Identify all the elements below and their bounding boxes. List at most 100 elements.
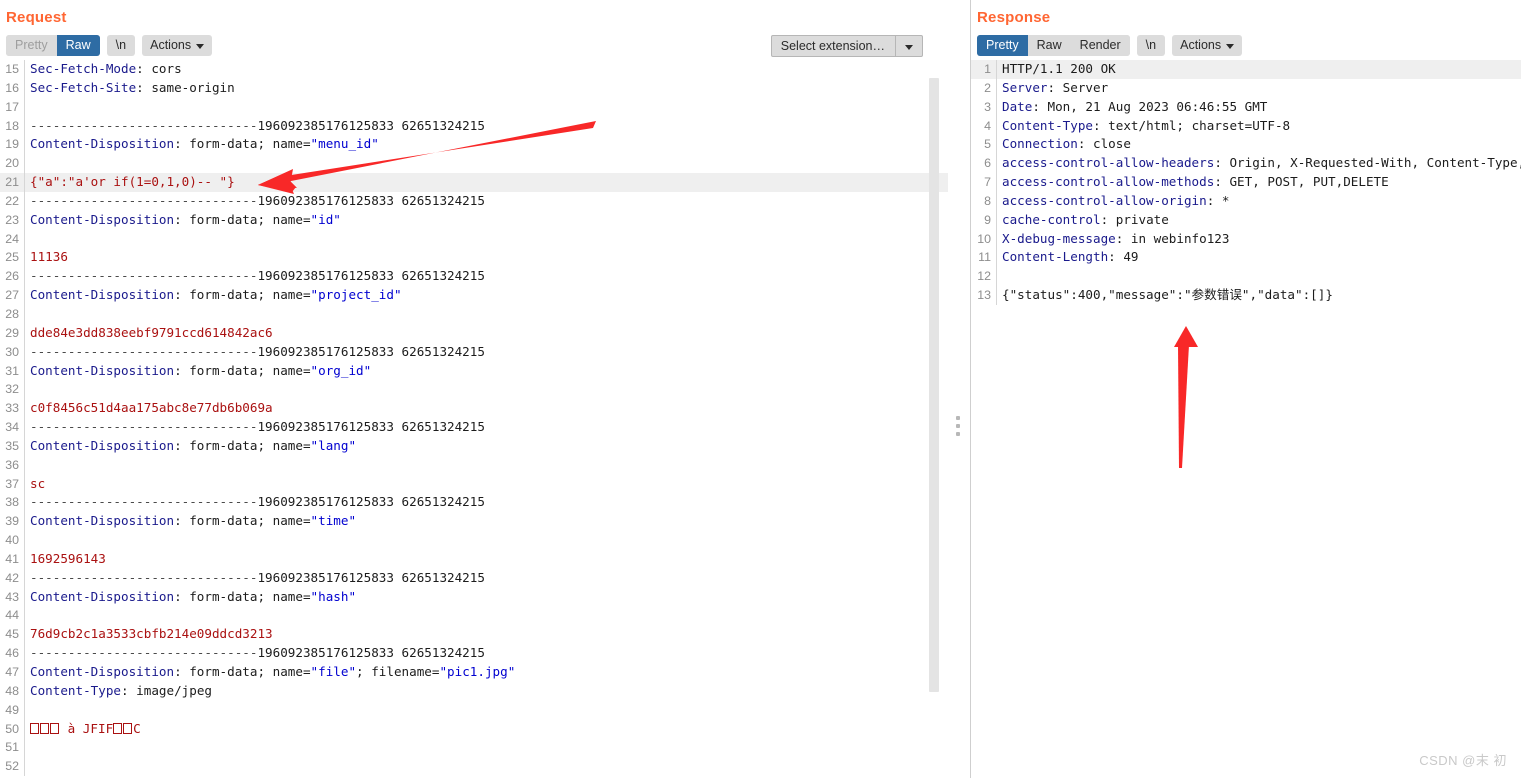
- tab-response-raw[interactable]: Raw: [1027, 35, 1071, 56]
- line-number: 31: [5, 363, 19, 378]
- splitter-grip-icon[interactable]: [956, 416, 961, 436]
- select-extension-label: Select extension…: [772, 36, 896, 56]
- line-number: 51: [5, 740, 19, 755]
- code-line-text: access-control-allow-origin: *: [1002, 192, 1230, 208]
- code-line: 6 access-control-allow-headers: Origin, X…: [971, 154, 1521, 174]
- code-line-text: X-debug-message: in webinfo123: [1002, 230, 1230, 246]
- code-line: 42 ------------------------------19609238…: [0, 568, 948, 588]
- response-code-area[interactable]: 1 HTTP/1.1 200 OK 2 Server: Server 3 Date: Mo…: [971, 59, 1521, 778]
- code-line: 34 ------------------------------19609238…: [0, 418, 948, 437]
- code-line: 26 ------------------------------19609238…: [0, 267, 948, 287]
- response-code-lines: 1 HTTP/1.1 200 OK 2 Server: Server 3 Date: Mo…: [971, 60, 1521, 305]
- code-line-text: Content-Disposition: form-data; name="la…: [30, 437, 357, 453]
- code-line: 4 Content-Type: text/html; charset=UTF-8: [971, 116, 1521, 136]
- request-panel-title: Request: [6, 9, 67, 26]
- tab-request-raw[interactable]: Raw: [56, 35, 100, 56]
- code-line-text: Content-Length: 49: [1002, 249, 1139, 265]
- panel-splitter[interactable]: [948, 0, 970, 778]
- code-line-text: ------------------------------1960923851…: [30, 192, 485, 208]
- line-number: 43: [5, 589, 19, 604]
- line-number: 27: [5, 288, 19, 303]
- request-view-tabs: Pretty Raw: [6, 35, 100, 56]
- line-number: 7: [984, 175, 991, 190]
- response-view-tabs: Pretty Raw Render: [977, 35, 1130, 56]
- code-line-text: Content-Disposition: form-data; name="ti…: [30, 513, 357, 529]
- code-line-text: {"a":"a'or if(1=0,1,0)-- "}: [30, 174, 235, 190]
- code-line: 17: [0, 97, 948, 117]
- code-line: 21 {"a":"a'or if(1=0,1,0)-- "}: [0, 173, 948, 192]
- code-line-text: HTTP/1.1 200 OK: [1002, 61, 1116, 76]
- line-number: 24: [5, 231, 19, 246]
- line-number: 22: [5, 193, 19, 208]
- code-line: 40: [0, 531, 948, 550]
- scrollbar-thumb[interactable]: [929, 78, 939, 692]
- line-number: 29: [5, 325, 19, 340]
- code-line: 13 {"status":400,"message":"参数错误","data":…: [971, 286, 1521, 305]
- line-number: 30: [5, 344, 19, 359]
- tab-request-pretty[interactable]: Pretty: [6, 35, 57, 56]
- code-line: 30 ------------------------------19609238…: [0, 342, 948, 362]
- code-line-text: cache-control: private: [1002, 211, 1169, 227]
- code-line: 15 Sec-Fetch-Mode: cors: [0, 60, 948, 79]
- code-line-text: Date: Mon, 21 Aug 2023 06:46:55 GMT: [1002, 98, 1268, 114]
- code-line: 19 Content-Disposition: form-data; name="…: [0, 135, 948, 155]
- code-line: 23 Content-Disposition: form-data; name="…: [0, 210, 948, 230]
- line-number: 45: [5, 627, 19, 642]
- code-line: 33 c0f8456c51d4aa175abc8e77db6b069a: [0, 399, 948, 419]
- line-number: 16: [5, 80, 19, 95]
- gutter-separator: [24, 531, 25, 550]
- response-actions-button[interactable]: Actions: [1172, 35, 1243, 56]
- line-number: 21: [5, 175, 19, 190]
- request-actions-button[interactable]: Actions: [142, 35, 213, 56]
- code-line-text: Content-Disposition: form-data; name="or…: [30, 362, 372, 378]
- code-line: 29 dde84e3dd838eebf9791ccd614842ac6: [0, 323, 948, 343]
- tab-response-pretty[interactable]: Pretty: [977, 35, 1028, 56]
- select-extension-dropdown[interactable]: Select extension…: [770, 35, 923, 57]
- code-line-text: ------------------------------1960923851…: [30, 645, 485, 661]
- code-line-text: access-control-allow-methods: GET, POST,…: [1002, 174, 1389, 190]
- unrenderable-glyph-icon: [50, 722, 59, 734]
- code-line: 49: [0, 700, 948, 720]
- code-line-text: Connection: close: [1002, 136, 1131, 152]
- code-line-text: access-control-allow-headers: Origin, X-…: [1002, 155, 1521, 171]
- code-line-text: à JFIF C: [25, 720, 948, 739]
- gutter-separator: [24, 304, 25, 324]
- code-line-text: ------------------------------1960923851…: [30, 569, 485, 585]
- gutter-separator: [996, 267, 997, 287]
- csdn-watermark: CSDN @末 初: [1419, 753, 1507, 768]
- line-number: 39: [5, 514, 19, 529]
- line-number: 17: [5, 99, 19, 114]
- code-line: 39 Content-Disposition: form-data; name="…: [0, 512, 948, 532]
- code-line: 5 Connection: close: [971, 135, 1521, 155]
- request-actions-label: Actions: [150, 38, 192, 52]
- line-number: 9: [984, 212, 991, 227]
- gutter-separator: [24, 380, 25, 400]
- code-line-text: dde84e3dd838eebf9791ccd614842ac6: [30, 324, 273, 340]
- tab-response-render[interactable]: Render: [1070, 35, 1130, 56]
- request-vertical-scrollbar[interactable]: [929, 60, 939, 778]
- response-actions-label: Actions: [1180, 38, 1222, 52]
- line-number: 37: [5, 476, 19, 491]
- code-line: 10 X-debug-message: in webinfo123: [971, 229, 1521, 249]
- code-line-text: ------------------------------1960923851…: [30, 343, 485, 359]
- line-number: 34: [5, 420, 19, 435]
- request-code-lines: 15 Sec-Fetch-Mode: cors 16 Sec-Fetch-Site: …: [0, 60, 948, 777]
- code-line: 11 Content-Length: 49: [971, 248, 1521, 268]
- response-panel-title: Response: [977, 9, 1051, 26]
- unrenderable-glyph-icon: [40, 722, 49, 734]
- request-newline-button[interactable]: \n: [106, 35, 136, 56]
- code-line: 43 Content-Disposition: form-data; name="…: [0, 587, 948, 607]
- code-line: 24: [0, 229, 948, 249]
- line-number: 18: [5, 118, 19, 133]
- request-code-area[interactable]: 15 Sec-Fetch-Mode: cors 16 Sec-Fetch-Site: …: [0, 59, 948, 778]
- line-number: 20: [5, 156, 19, 171]
- chevron-down-icon: [196, 44, 205, 49]
- line-number: 41: [5, 551, 19, 566]
- burp-repeater-window: Request Pretty Raw \n Actions Select ext…: [0, 0, 1521, 778]
- unrenderable-glyph-icon: [113, 722, 123, 734]
- code-line: 20: [0, 154, 948, 174]
- code-line: 28: [0, 304, 948, 324]
- response-newline-button[interactable]: \n: [1136, 35, 1166, 56]
- line-number: 12: [977, 269, 991, 284]
- gutter-separator: [24, 97, 25, 117]
